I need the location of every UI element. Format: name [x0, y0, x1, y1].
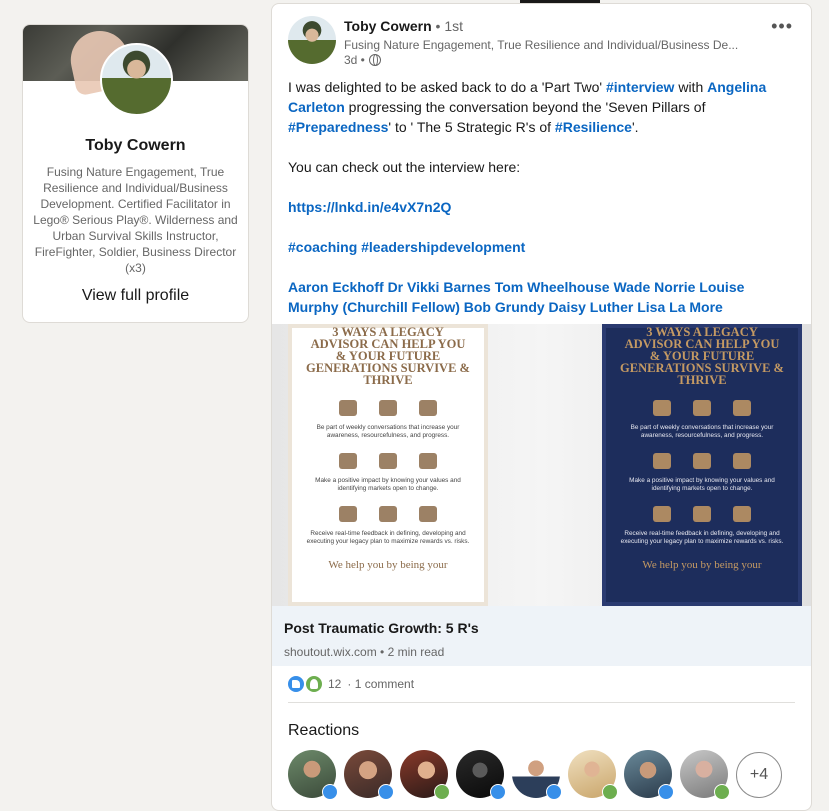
- flyer-icon-row: [620, 453, 784, 469]
- flyer-footer: We help you by being your: [642, 559, 762, 571]
- document-icon: [419, 506, 437, 522]
- like-badge-icon: [322, 784, 338, 800]
- flyer-item-3: Receive real-time feedback in defining, …: [620, 530, 784, 545]
- hashtag-interview[interactable]: #interview: [606, 79, 674, 95]
- flyer-item-2: Make a positive impact by knowing your v…: [315, 477, 461, 492]
- reactor-avatar[interactable]: [568, 750, 618, 800]
- link-preview-image[interactable]: 3 WAYS A LEGACY ADVISOR CAN HELP YOU & Y…: [272, 324, 811, 606]
- profile-card: Toby Cowern Fusing Nature Engagement, Tr…: [22, 24, 249, 323]
- post-text-span: I was delighted to be asked back to do a…: [288, 79, 606, 95]
- interview-url-link[interactable]: https://lnkd.in/e4vX7n2Q: [288, 199, 451, 215]
- post-text: I was delighted to be asked back to do a…: [288, 77, 798, 337]
- like-reaction-icon: [288, 676, 304, 692]
- reactions-heading: Reactions: [288, 722, 360, 739]
- post-text-span: progressing the conversation beyond the …: [344, 99, 706, 115]
- link-preview-card[interactable]: Post Traumatic Growth: 5 R's shoutout.wi…: [272, 606, 811, 666]
- like-badge-icon: [490, 784, 506, 800]
- profile-name[interactable]: Toby Cowern: [23, 137, 248, 155]
- handshake-icon: [693, 506, 711, 522]
- support-badge-icon: [714, 784, 730, 800]
- post-time: 3d •: [344, 53, 365, 67]
- globe-icon: [368, 54, 381, 66]
- chart-icon: [339, 506, 357, 522]
- support-badge-icon: [602, 784, 618, 800]
- handshake-icon: [379, 506, 397, 522]
- post-card: Toby Cowern • 1st Fusing Nature Engageme…: [271, 3, 812, 811]
- hashtag-resilience[interactable]: #Resilience: [555, 119, 632, 135]
- flyer-icon-row: [306, 506, 470, 522]
- post-paragraph-1: I was delighted to be asked back to do a…: [288, 77, 798, 137]
- flyer-icon-row: [306, 453, 470, 469]
- support-badge-icon: [434, 784, 450, 800]
- view-full-profile-link[interactable]: View full profile: [23, 287, 248, 305]
- divider: [288, 702, 795, 703]
- flyer-icon-row: [306, 400, 470, 416]
- headphones-icon: [379, 400, 397, 416]
- profile-avatar[interactable]: [100, 43, 173, 116]
- calendar-icon: [733, 400, 751, 416]
- flyer-light: 3 WAYS A LEGACY ADVISOR CAN HELP YOU & Y…: [288, 324, 488, 606]
- post-text-span: '.: [631, 119, 639, 135]
- more-options-icon[interactable]: •••: [771, 16, 793, 37]
- headphones-icon: [693, 400, 711, 416]
- author-name-text[interactable]: Toby Cowern: [344, 18, 432, 34]
- building-icon: [733, 453, 751, 469]
- author-headline: Fusing Nature Engagement, True Resilienc…: [344, 38, 739, 52]
- flyer-dark: 3 WAYS A LEGACY ADVISOR CAN HELP YOU & Y…: [602, 324, 802, 606]
- diamond-icon: [693, 453, 711, 469]
- building-icon: [419, 453, 437, 469]
- ship-icon: [653, 453, 671, 469]
- post-paragraph-2: You can check out the interview here:: [288, 159, 521, 175]
- reactor-avatar[interactable]: [288, 750, 338, 800]
- post-meta: 3d •: [344, 53, 381, 67]
- laptop-icon: [339, 400, 357, 416]
- flyer-icon-row: [620, 506, 784, 522]
- flyer-item-2: Make a positive impact by knowing your v…: [629, 477, 775, 492]
- flyer-item-1: Be part of weekly conversations that inc…: [316, 424, 460, 439]
- reaction-count[interactable]: 12: [328, 677, 341, 691]
- flyer-title: 3 WAYS A LEGACY ADVISOR CAN HELP YOU & Y…: [620, 325, 784, 387]
- diamond-icon: [379, 453, 397, 469]
- support-reaction-icon: [306, 676, 322, 692]
- flyer-footer: We help you by being your: [328, 559, 448, 571]
- author-avatar[interactable]: [288, 16, 336, 64]
- more-reactors-button[interactable]: +4: [736, 752, 782, 798]
- ship-icon: [339, 453, 357, 469]
- link-preview-source: shoutout.wix.com • 2 min read: [284, 645, 445, 659]
- post-text-span: with: [674, 79, 708, 95]
- reactor-avatar[interactable]: [512, 750, 562, 800]
- link-preview-title[interactable]: Post Traumatic Growth: 5 R's: [284, 620, 479, 636]
- flyer-item-3: Receive real-time feedback in defining, …: [306, 530, 470, 545]
- post-text-span: ' to ' The 5 Strategic R's of: [388, 119, 555, 135]
- connection-degree: • 1st: [431, 18, 463, 34]
- calendar-icon: [419, 400, 437, 416]
- laptop-icon: [653, 400, 671, 416]
- profile-headline: Fusing Nature Engagement, True Resilienc…: [33, 165, 238, 275]
- like-badge-icon: [546, 784, 562, 800]
- flyer-item-1: Be part of weekly conversations that inc…: [630, 424, 774, 439]
- reactor-avatar[interactable]: [344, 750, 394, 800]
- document-icon: [733, 506, 751, 522]
- author-name[interactable]: Toby Cowern • 1st: [344, 18, 463, 34]
- flyer-icon-row: [620, 400, 784, 416]
- chart-icon: [653, 506, 671, 522]
- hashtag-preparedness[interactable]: #Preparedness: [288, 119, 388, 135]
- social-counts[interactable]: 12 · 1 comment: [288, 676, 414, 692]
- reactor-avatar[interactable]: [680, 750, 730, 800]
- mentions-links[interactable]: Aaron Eckhoff Dr Vikki Barnes Tom Wheelh…: [288, 279, 744, 315]
- hashtags-link[interactable]: #coaching #leadershipdevelopment: [288, 239, 525, 255]
- reactor-avatar[interactable]: [400, 750, 450, 800]
- like-badge-icon: [378, 784, 394, 800]
- comment-count[interactable]: · 1 comment: [347, 677, 414, 691]
- reactor-avatar[interactable]: [456, 750, 506, 800]
- like-badge-icon: [658, 784, 674, 800]
- flyer-title: 3 WAYS A LEGACY ADVISOR CAN HELP YOU & Y…: [306, 325, 470, 387]
- reactor-avatar[interactable]: [624, 750, 674, 800]
